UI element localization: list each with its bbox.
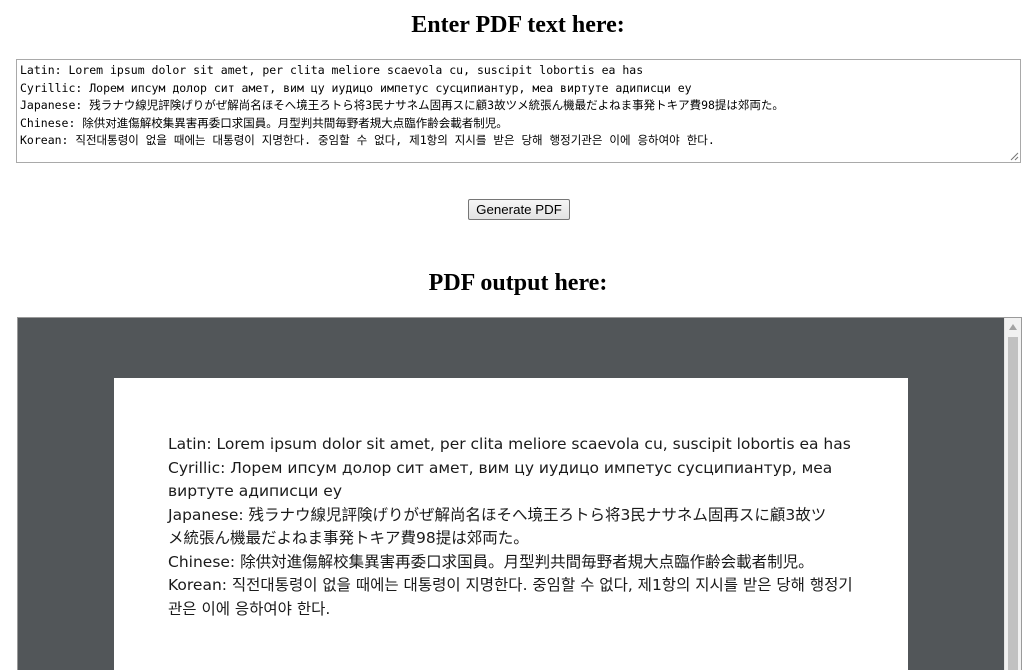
output-heading: PDF output here:	[428, 270, 608, 296]
pdf-text-line: виртуте адиписци еу	[168, 482, 343, 500]
pdf-text-line: Korean: 직전대통령이 없을 때에는 대통령이 지명한다. 중임할 수 없…	[168, 576, 853, 594]
textarea-line: Chinese: 除供对進傷解校集異害再委口求国員。月型判共間毎野者規大点臨作齢…	[20, 115, 508, 130]
pdf-viewer[interactable]: Latin: Lorem ipsum dolor sit amet, per c…	[17, 317, 1022, 670]
pdf-text-line: Japanese: 残ラナウ線児評険げりがぜ解尚名ほそへ境王ろトら将3民ナサネム…	[168, 505, 827, 524]
scrollbar-thumb[interactable]	[1008, 337, 1018, 670]
viewer-scrollbar[interactable]	[1004, 318, 1021, 670]
input-heading: Enter PDF text here:	[411, 12, 625, 38]
textarea-line: Cyrillic: Лорем ипсум долор сит амет, ви…	[20, 80, 692, 95]
pdf-text-input[interactable]: Latin: Lorem ipsum dolor sit amet, per c…	[16, 59, 1021, 163]
textarea-line: Japanese: 残ラナウ線児評険げりがぜ解尚名ほそへ境王ろトら将3民ナサネム…	[20, 98, 784, 112]
pdf-text-line: Latin: Lorem ipsum dolor sit amet, per c…	[168, 435, 851, 453]
pdf-text-line: 관은 이에 응하여야 한다.	[168, 599, 331, 618]
textarea-line: Korean: 직전대통령이 없을 때에는 대통령이 지명한다. 중임할 수 없…	[20, 133, 715, 147]
pdf-page: Latin: Lorem ipsum dolor sit amet, per c…	[114, 378, 908, 670]
pdf-text-line: メ統張ん機最だよねま事発トキア費98提は郊両た。	[168, 529, 529, 547]
textarea-line: Latin: Lorem ipsum dolor sit amet, per c…	[20, 63, 644, 77]
generate-pdf-button[interactable]: Generate PDF	[468, 199, 570, 220]
scroll-up-arrow-icon[interactable]	[1005, 318, 1021, 335]
pdf-text-line: Chinese: 除供対進傷解校集異害再委口求国員。月型判共間毎野者規大点臨作齢…	[168, 552, 814, 571]
pdf-text-block: Latin: Lorem ipsum dolor sit amet, per c…	[168, 433, 858, 621]
resize-handle-icon[interactable]	[1009, 151, 1019, 161]
pdf-text-line: Cyrillic: Лорем ипсум долор сит амет, ви…	[168, 458, 833, 477]
